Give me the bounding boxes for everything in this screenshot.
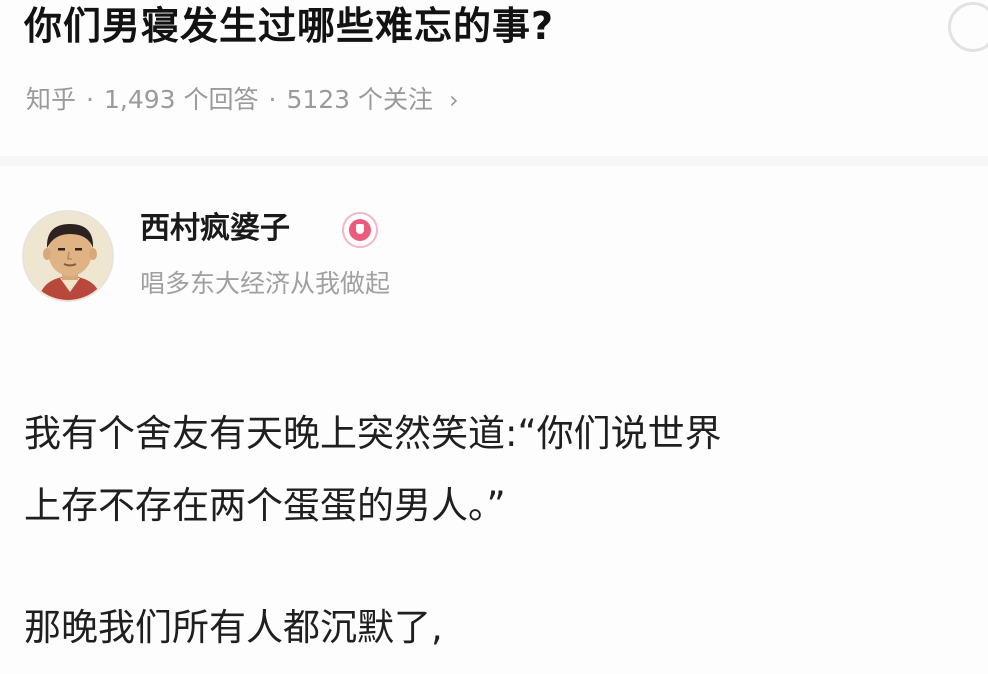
meta-separator: · bbox=[86, 85, 94, 114]
answer-line: 我有个舍友有天晚上突然笑道:“你们说世界 bbox=[24, 412, 722, 455]
source-label: 知乎 bbox=[26, 85, 77, 114]
follower-count: 5123 个关注 bbox=[286, 85, 434, 114]
certified-badge-icon[interactable] bbox=[342, 212, 378, 248]
answer-body[interactable]: 我有个舍友有天晚上突然笑道:“你们说世界 上存不存在两个蛋蛋的男人。” 那晚我们… bbox=[24, 398, 964, 664]
chevron-right-icon: › bbox=[449, 86, 459, 114]
author-name[interactable]: 西村疯婆子 bbox=[140, 207, 290, 251]
author-bio: 唱多东大经济从我做起 bbox=[140, 269, 391, 298]
cartoon-avatar-icon bbox=[24, 212, 112, 300]
loading-icon bbox=[948, 2, 988, 52]
question-title[interactable]: 你们男寝发生过哪些难忘的事? bbox=[24, 0, 554, 52]
answer-line: 上存不存在两个蛋蛋的男人。” bbox=[24, 484, 506, 527]
question-meta[interactable]: 知乎 · 1,493 个回答 · 5123 个关注 › bbox=[26, 80, 459, 120]
answer-page: 你们男寝发生过哪些难忘的事? 知乎 · 1,493 个回答 · 5123 个关注… bbox=[0, 0, 988, 674]
answer-line: 那晚我们所有人都沉默了, bbox=[24, 606, 443, 649]
answer-count: 1,493 个回答 bbox=[103, 85, 259, 114]
avatar[interactable] bbox=[22, 210, 114, 302]
section-divider bbox=[0, 156, 988, 166]
meta-separator: · bbox=[268, 85, 277, 114]
